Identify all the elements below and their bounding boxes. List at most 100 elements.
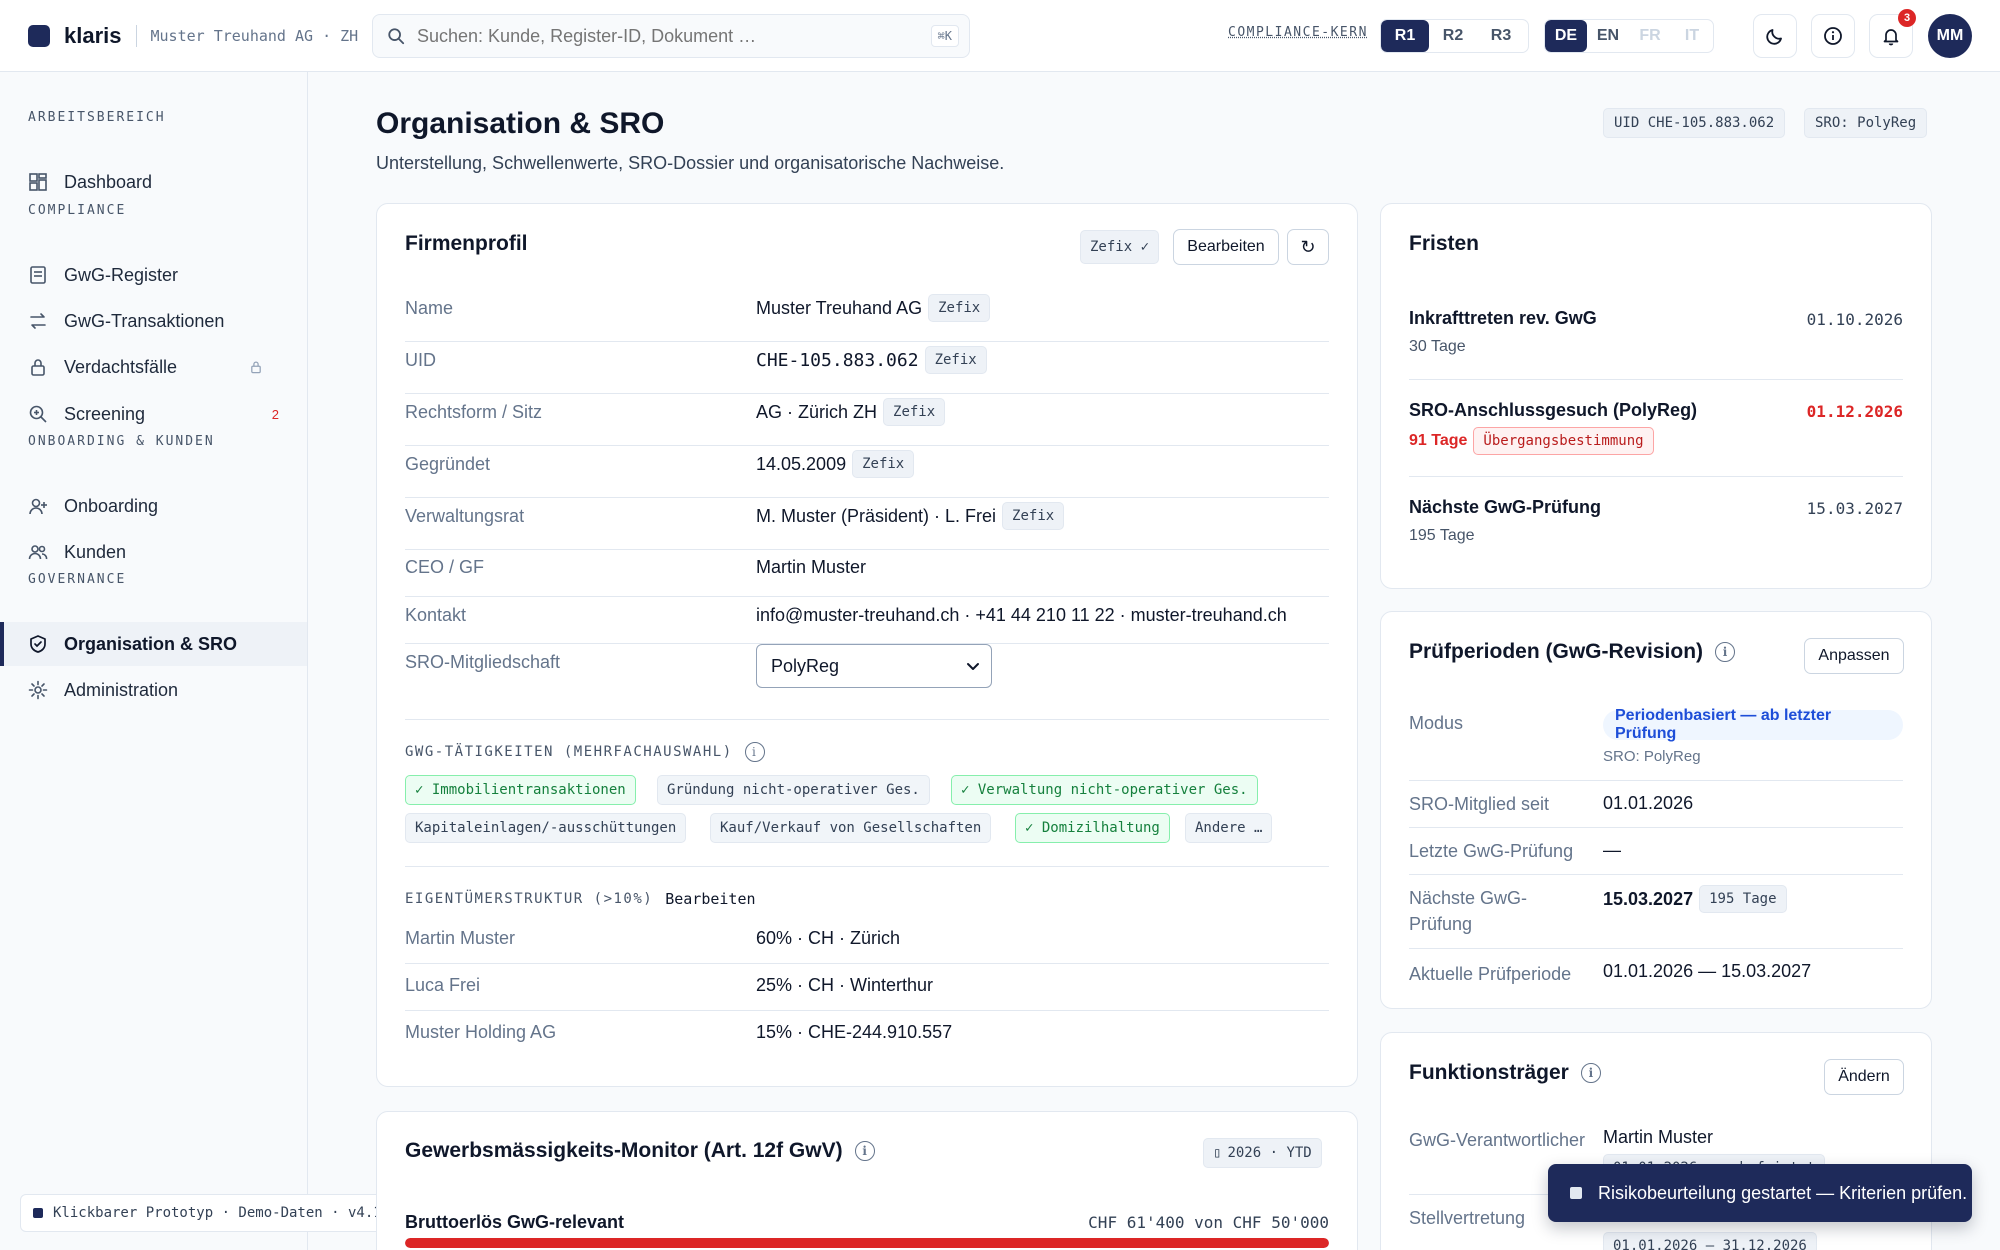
edit-ownership-link[interactable]: Bearbeiten (665, 890, 755, 908)
owner-detail: 25% · CH · Winterthur (756, 975, 934, 995)
audit-row-last-audit: Letzte GwG-Prüfung — (1409, 828, 1903, 875)
sidebar-item-gwg-transactions[interactable]: GwG-Transaktionen (0, 299, 307, 343)
release-option-r1[interactable]: R1 (1381, 20, 1429, 52)
metric-value: CHF 61'400 von CHF 50'000 (1088, 1213, 1329, 1232)
company-name: Muster Treuhand AG (756, 297, 923, 318)
row-uid: UID CHE-105.883.062 Zefix (405, 342, 1329, 394)
ownership-heading: EIGENTÜMERSTRUKTUR (>10%) Bearbeiten (405, 890, 756, 908)
revenue-progress-fill (405, 1238, 1329, 1248)
sidebar-item-dashboard[interactable]: Dashboard (0, 160, 307, 204)
info-icon[interactable]: i (1580, 1063, 1601, 1083)
info-icon[interactable]: i (744, 742, 765, 762)
sro-chip: SRO: PolyReg (1804, 108, 1928, 138)
revenue-progress-bar (405, 1238, 1329, 1248)
transition-provision-badge: Übergangsbestimmung (1473, 427, 1654, 455)
language-option-de[interactable]: DE (1545, 20, 1587, 52)
restricted-lock-icon (251, 361, 261, 374)
mode-pill: Periodenbasiert — ab letzter Prüfung (1603, 707, 1903, 742)
change-officers-button[interactable]: Ändern (1824, 1059, 1904, 1095)
adjust-button[interactable]: Anpassen (1804, 638, 1904, 674)
row-value: 01.01.2026 (1603, 793, 1694, 813)
divider (405, 866, 1329, 867)
activity-chip[interactable]: Kauf/Verkauf von Gesellschaften (710, 813, 992, 843)
sidebar-item-label: Verdachtsfälle (64, 356, 178, 377)
refresh-button[interactable]: ↻ (1287, 229, 1329, 265)
section-governance: GOVERNANCE (28, 572, 127, 587)
officer-term-tag: 01.01.2026 — 31.12.2026 (1603, 1232, 1817, 1250)
audit-periods-card: Prüfperioden (GwG-Revision) i Anpassen M… (1380, 611, 1932, 1009)
info-button[interactable] (1811, 14, 1855, 58)
sro-membership-select[interactable]: PolyReg (756, 644, 992, 688)
deadline-item[interactable]: Nächste GwG-Prüfung 15.03.2027 195 Tage (1409, 477, 1903, 567)
activity-chip[interactable]: Gründung nicht-operativer Ges. (657, 775, 930, 805)
activity-chip[interactable]: ✓ Verwaltung nicht-operativer Ges. (951, 775, 1258, 805)
row-ceo: CEO / GF Martin Muster (405, 550, 1329, 597)
sidebar-item-label: Organisation & SRO (64, 633, 238, 654)
row-label: Letzte GwG-Prüfung (1409, 841, 1574, 861)
row-label: CEO / GF (405, 557, 485, 577)
toast-notification[interactable]: Risikobeurteilung gestartet — Kriterien … (1548, 1164, 1972, 1222)
row-label: Verwaltungsrat (405, 506, 525, 526)
deadline-item[interactable]: Inkrafttreten rev. GwG 01.10.2026 30 Tag… (1409, 288, 1903, 380)
officer-role: GwG-Verantwortlicher (1409, 1130, 1586, 1150)
language-option-it[interactable]: IT (1671, 20, 1713, 52)
info-icon (1824, 27, 1842, 45)
sidebar-item-label: Onboarding (64, 495, 159, 516)
owner-row: Luca Frei 25% · CH · Winterthur (405, 964, 1329, 1011)
company-contact[interactable]: info@muster-treuhand.ch · +41 44 210 11 … (756, 605, 1287, 626)
deadlines-title: Fristen (1409, 232, 1480, 255)
user-avatar[interactable]: MM (1928, 14, 1972, 58)
activities-heading: GWG-TÄTIGKEITEN (MEHRFACHAUSWAHL) i (405, 742, 765, 762)
deadline-item[interactable]: SRO-Anschlussgesuch (PolyReg) 01.12.2026… (1409, 380, 1903, 477)
sidebar-item-screening[interactable]: Screening 2 (0, 392, 307, 436)
uid-chip: UID CHE-105.883.062 (1603, 108, 1786, 138)
tenant-name: Muster Treuhand AG · ZH (150, 26, 359, 45)
activity-chip[interactable]: ✓ Immobilientransaktionen (405, 775, 636, 805)
audit-title-wrap: Prüfperioden (GwG-Revision) i (1409, 640, 1736, 664)
divider (405, 719, 1329, 720)
period-badge[interactable]: ▯ 2026 · YTD (1203, 1138, 1322, 1168)
language-option-en[interactable]: EN (1587, 20, 1629, 52)
section-workspace: ARBEITSBEREICH (28, 110, 166, 125)
sidebar-item-label: Dashboard (64, 171, 153, 192)
owner-name: Martin Muster (405, 928, 516, 948)
company-profile-card: Firmenprofil Zefix ✓ Bearbeiten ↻ Name M… (376, 203, 1358, 1087)
audit-row-next-audit: Nächste GwG-Prüfung 15.03.2027 195 Tage (1409, 875, 1903, 949)
language-option-fr[interactable]: FR (1629, 20, 1671, 52)
monitor-title-wrap: Gewerbsmässigkeits-Monitor (Art. 12f GwV… (405, 1139, 875, 1163)
sidebar-item-suspicious-cases[interactable]: Verdachtsfälle (0, 345, 307, 389)
search-input[interactable] (417, 25, 917, 47)
logo-mark-icon (28, 24, 50, 47)
app-logo[interactable]: klaris Muster Treuhand AG · ZH (28, 23, 358, 49)
zefix-verified-badge: Zefix ✓ (1080, 230, 1160, 264)
owner-detail: 60% · CH · Zürich (756, 928, 901, 948)
compliance-core-label[interactable]: COMPLIANCE-KERN (1228, 25, 1368, 40)
sidebar-item-administration[interactable]: Administration (0, 668, 307, 712)
sidebar-item-organisation[interactable]: Organisation & SRO (0, 622, 307, 666)
activity-chip[interactable]: ✓ Domizilhaltung (1015, 813, 1170, 843)
global-search[interactable]: ⌘K (372, 14, 970, 58)
notifications-button[interactable]: 3 (1869, 9, 1916, 58)
sidebar-item-onboarding[interactable]: Onboarding (0, 484, 307, 528)
page-subtitle: Unterstellung, Schwellenwerte, SRO-Dossi… (376, 153, 1005, 173)
audit-row-current-period: Aktuelle Prüfperiode 01.01.2026 — 15.03.… (1409, 949, 1903, 996)
release-option-r3[interactable]: R3 (1477, 20, 1525, 52)
toast-marker-icon (1570, 1187, 1582, 1199)
activity-chip[interactable]: Kapitaleinlagen/-ausschüttungen (405, 813, 687, 843)
monitor-title: Gewerbsmässigkeits-Monitor (Art. 12f GwV… (405, 1139, 843, 1162)
dark-mode-button[interactable] (1753, 14, 1797, 58)
zefix-tag: Zefix (852, 450, 915, 478)
release-option-r2[interactable]: R2 (1429, 20, 1477, 52)
info-icon[interactable]: i (1715, 642, 1736, 662)
sidebar-item-customers[interactable]: Kunden (0, 530, 307, 574)
deadline-title: Inkrafttreten rev. GwG (1409, 308, 1597, 328)
deadline-date: 15.03.2027 (1806, 499, 1903, 518)
deadline-days: 91 Tage (1409, 432, 1468, 449)
edit-company-button[interactable]: Bearbeiten (1173, 229, 1279, 265)
prototype-note: Klickbarer Prototyp · Demo-Daten · v4.12 (20, 1194, 404, 1232)
info-icon[interactable]: i (854, 1141, 875, 1161)
activity-chip[interactable]: Andere … (1185, 813, 1273, 843)
sidebar-item-gwg-register[interactable]: GwG-Register (0, 253, 307, 297)
user-plus-icon (29, 498, 47, 515)
sidebar: ARBEITSBEREICH Dashboard COMPLIANCE GwG-… (0, 72, 308, 1250)
